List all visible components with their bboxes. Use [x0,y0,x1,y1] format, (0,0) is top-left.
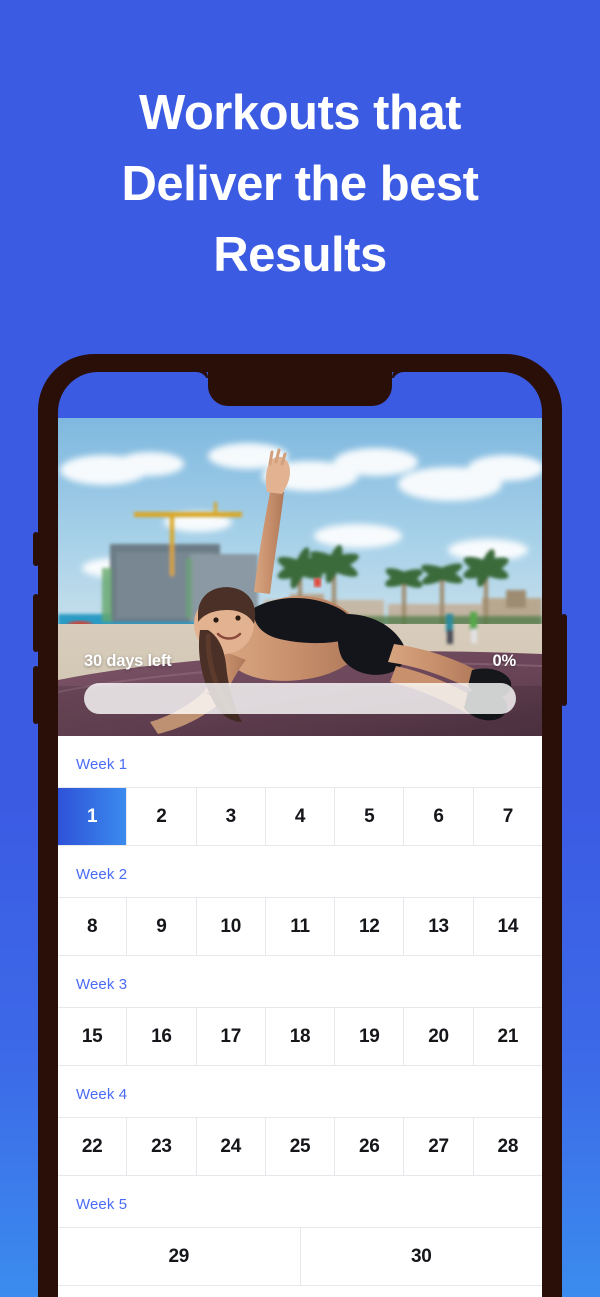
power-button[interactable] [561,614,567,706]
day-cell-9[interactable]: 9 [127,898,197,955]
week-block: Week 3 15 16 17 18 19 20 21 [58,956,542,1066]
day-cell-11[interactable]: 11 [265,898,336,955]
day-cell-27[interactable]: 27 [404,1118,474,1175]
day-row: 8 9 10 11 12 13 14 [58,897,542,956]
day-cell-7[interactable]: 7 [473,788,542,845]
day-cell-13[interactable]: 13 [404,898,474,955]
day-row: 29 30 [58,1227,542,1286]
week-label: Week 3 [76,976,128,993]
silent-switch-button[interactable] [33,532,39,566]
day-cell-28[interactable]: 28 [473,1118,542,1175]
progress-percent-label: 0% [492,652,517,670]
week-block: Week 1 1234567 [58,736,542,846]
day-cell-26[interactable]: 26 [335,1118,405,1175]
day-row: 22 23 24 25 26 27 28 [58,1117,542,1176]
day-row: 15 16 17 18 19 20 21 [58,1007,542,1066]
day-cell-19[interactable]: 19 [335,1008,405,1065]
week-block: Week 5 29 30 [58,1176,542,1286]
page-title: Workouts that Deliver the best Results [121,86,479,282]
day-cell-21[interactable]: 21 [473,1008,542,1065]
volume-down-button[interactable] [33,666,39,724]
week-block: Week 2 8 9 10 11 12 13 14 [58,846,542,956]
week-list[interactable]: Week 1 1 2 3 4 5 6 7 Week 2 8 9 10 11 12 13 14 Week 3 15 1… [58,736,542,1297]
day-cell-24[interactable]: 24 [196,1118,266,1175]
day-cell-12[interactable]: 12 [335,898,405,955]
day-cell-30[interactable]: 30 [300,1228,542,1285]
promo-screen: Workouts that Deliver the best Results 3… [0,0,600,1297]
day-cell-5[interactable]: 5 [335,788,405,845]
hero-image: 30 days left 0% [58,418,542,736]
phone-screen: 30 days left 0% Week 1 1 2 3 4 5 6 7 Week 2 8 9 10 1… [58,372,542,1297]
day-cell-3[interactable]: 3 [196,788,266,845]
day-cell-25[interactable]: 25 [265,1118,336,1175]
week-label: Week 1 [76,756,128,773]
day-cell-2[interactable]: 2 [127,788,197,845]
phone-notch [208,372,392,406]
progress-labels: 30 days left 0% [84,652,516,671]
day-cell-6[interactable]: 6 [404,788,474,845]
days-left-label: 30 days left [84,652,172,670]
day-cell-23[interactable]: 23 [127,1118,197,1175]
day-cell-10[interactable]: 10 [196,898,266,955]
day-cell-29[interactable]: 29 [58,1228,301,1285]
day-cell-20[interactable]: 20 [404,1008,474,1065]
day-cell-18[interactable]: 18 [265,1008,336,1065]
week-label: Week 4 [76,1086,128,1103]
week-label: Week 5 [76,1196,128,1213]
progress-bar [84,683,516,714]
day-cell-15[interactable]: 15 [58,1008,128,1065]
day-cell-16[interactable]: 16 [127,1008,197,1065]
day-cell-17[interactable]: 17 [196,1008,266,1065]
volume-up-button[interactable] [33,594,39,652]
week-block: Week 4 22 23 24 25 26 27 28 [58,1066,542,1176]
day-cell-14[interactable]: 14 [473,898,542,955]
hero-overlay: 30 days left 0% [58,652,542,736]
phone-mockup: 30 days left 0% Week 1 1 2 3 4 5 6 7 Week 2 8 9 10 1… [33,354,567,1297]
day-cell-22[interactable]: 22 [58,1118,128,1175]
day-cell-8[interactable]: 8 [58,898,128,955]
day-row: 1234567 [58,787,542,846]
day-cell-4[interactable]: 4 [265,788,336,845]
day-cell-1[interactable]: 1 [58,788,128,845]
week-label: Week 2 [76,866,128,883]
